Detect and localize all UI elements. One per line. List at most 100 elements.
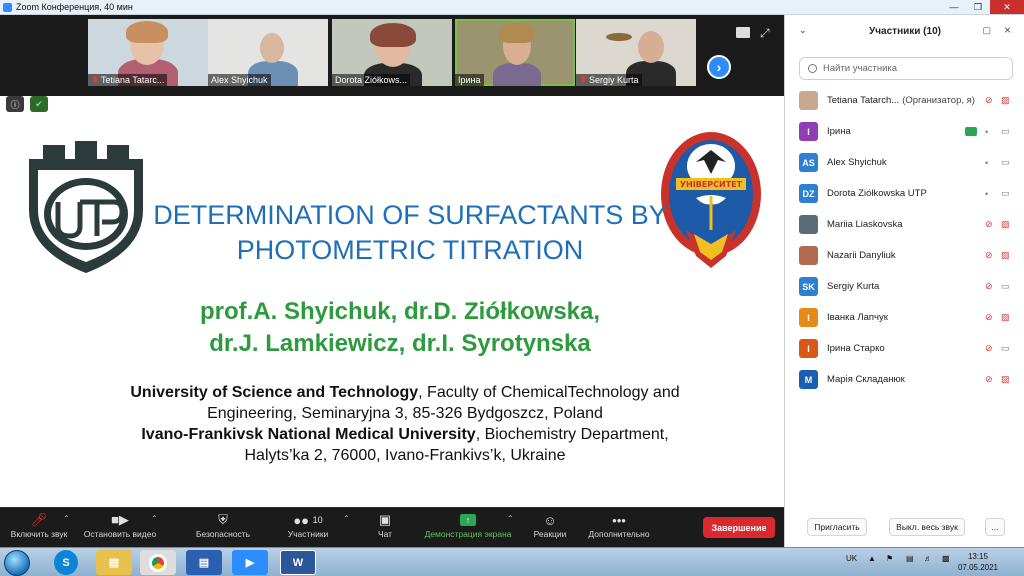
next-page-button[interactable]: ›: [707, 55, 731, 79]
audio-options-caret[interactable]: ⌃: [63, 514, 70, 523]
start-button[interactable]: [4, 550, 30, 576]
word-icon[interactable]: W: [280, 550, 316, 575]
participant-name: Іванка Лапчук: [827, 312, 888, 323]
video-camera-icon: ▭: [1001, 157, 1010, 167]
security-button[interactable]: ⛨ Безопасность: [190, 511, 256, 539]
language-indicator[interactable]: UK: [846, 554, 857, 563]
more-options-button[interactable]: ...: [985, 518, 1005, 536]
mic-muted-icon: ⊘: [985, 374, 993, 384]
popout-icon[interactable]: ▢: [982, 25, 991, 36]
participant-row[interactable]: DZ Dorota Ziółkowska UTP • ▭: [785, 178, 1024, 209]
share-screen-button[interactable]: ↑ Демонстрация экрана: [418, 511, 518, 539]
tray-expand-icon[interactable]: ▲: [868, 554, 876, 563]
view-toggle-icon[interactable]: [736, 27, 750, 38]
zoom-taskbar-icon[interactable]: ▶: [232, 550, 268, 575]
participant-name: Ірина Старко: [827, 343, 885, 354]
video-camera-icon: ■▶: [111, 512, 129, 527]
participant-name: Марія Складанюк: [827, 374, 905, 385]
zoom-app-icon: [3, 2, 12, 12]
participant-name: Dorota Ziółkowska UTP: [827, 188, 927, 199]
avatar: I: [799, 122, 818, 141]
participant-row[interactable]: I Ірина • ▭: [785, 116, 1024, 147]
mute-all-button[interactable]: Выкл. весь звук: [889, 518, 965, 536]
participant-row[interactable]: SK Sergiy Kurta ⊘ ▭: [785, 271, 1024, 302]
flag-icon[interactable]: ⚑: [886, 554, 893, 563]
skype-icon[interactable]: S: [54, 550, 78, 575]
smiley-icon: ☺: [543, 512, 557, 528]
participant-row[interactable]: Tetiana Tatarch... (Организатор, я) ⊘ ▨: [785, 85, 1024, 116]
video-camera-icon: ▭: [1001, 343, 1010, 353]
video-off-icon: ▨: [1001, 95, 1010, 105]
volume-icon[interactable]: ♬: [924, 554, 932, 563]
avatar: SK: [799, 277, 818, 296]
shield-icon[interactable]: ✔: [30, 96, 48, 112]
reactions-button[interactable]: ☺ Реакции: [530, 511, 570, 540]
participant-row[interactable]: AS Alex Shyichuk • ▭: [785, 147, 1024, 178]
windows-taskbar: S ▤ ▤ ▶ W UK ▲ ⚑ ▤ ♬ ▩ 13:15 07.05.2021: [0, 547, 1024, 576]
video-tile-active-speaker[interactable]: Ірина: [455, 19, 575, 86]
affiliation-line: Engineering, Seminaryjna 3, 85-326 Bydgo…: [207, 405, 603, 422]
video-tile[interactable]: Sergiy Kurta: [576, 19, 696, 86]
participant-list: Tetiana Tatarch... (Организатор, я) ⊘ ▨ I Іри…: [785, 85, 1024, 395]
mic-muted-icon: ⊘: [985, 312, 993, 322]
participants-button[interactable]: ●● 10 Участники: [280, 511, 336, 540]
chrome-icon[interactable]: [140, 550, 176, 575]
meeting-info-badges: ⓘ ✔: [6, 96, 48, 112]
mic-muted-icon: [579, 76, 587, 84]
close-button[interactable]: ✕: [990, 0, 1024, 14]
battery-icon[interactable]: ▩: [942, 554, 950, 563]
mic-muted-icon: ⊘: [985, 343, 993, 353]
network-icon[interactable]: ▤: [906, 554, 914, 563]
video-tile[interactable]: Tetiana Tatarc...: [88, 19, 208, 86]
avatar: I: [799, 339, 818, 358]
mic-muted-icon: [91, 76, 99, 84]
participant-row[interactable]: Mariia Liaskovska ⊘ ▨: [785, 209, 1024, 240]
participant-row[interactable]: M Марія Складанюк ⊘ ▨: [785, 364, 1024, 395]
utp-logo: [29, 141, 143, 274]
video-camera-icon: ▭: [1001, 281, 1010, 291]
participants-options-caret[interactable]: ⌃: [343, 514, 350, 523]
avatar: M: [799, 370, 818, 389]
window-controls: — ❐ ✕: [942, 0, 1024, 15]
chat-bubble-icon: ▣: [378, 512, 392, 527]
slide-authors: prof.A. Shyichuk, dr.D. Ziółkowska, dr.J…: [180, 296, 620, 360]
invite-button[interactable]: Пригласить: [807, 518, 867, 536]
avatar: DZ: [799, 184, 818, 203]
share-options-caret[interactable]: ⌃: [507, 514, 514, 523]
end-meeting-button[interactable]: Завершение: [703, 517, 775, 538]
mic-muted-icon: ⊘: [985, 219, 993, 229]
minimize-button[interactable]: —: [942, 0, 966, 14]
fullscreen-icon[interactable]: ⤢: [760, 26, 770, 41]
video-tile[interactable]: Alex Shyichuk: [208, 19, 328, 86]
save-disk-icon[interactable]: ▤: [186, 550, 222, 575]
shield-icon: ⛨: [218, 512, 228, 527]
more-dots-icon: •••: [612, 512, 626, 528]
search-input[interactable]: Найти участника: [799, 57, 1013, 80]
participant-name: Alex Shyichuk: [827, 157, 887, 168]
video-tile[interactable]: Dorota Ziółkows...: [332, 19, 452, 86]
taskbar-clock[interactable]: 13:15 07.05.2021: [958, 551, 998, 573]
window-title: Zoom Конференция, 40 мин: [16, 2, 133, 12]
participant-row[interactable]: I Іванка Лапчук ⊘ ▨: [785, 302, 1024, 333]
participants-icon: ●● 10: [293, 512, 323, 528]
slide-affiliations: University of Science and Technology, Fa…: [95, 382, 715, 466]
emblem-text: УНІВЕРСИТЕТ: [680, 180, 743, 189]
participant-name: Mariia Liaskovska: [827, 219, 903, 230]
mic-icon: •: [985, 126, 989, 137]
maximize-button[interactable]: ❐: [966, 0, 990, 14]
participant-row[interactable]: I Ірина Старко ⊘ ▭: [785, 333, 1024, 364]
more-button[interactable]: ••• Дополнительно: [583, 511, 655, 540]
video-options-caret[interactable]: ⌃: [151, 514, 158, 523]
meeting-toolbar: 🎤︎ Включить звук ⌃ ■▶ Остановить видео ⌃…: [0, 507, 784, 547]
participant-name: Nazarii Danyliuk: [827, 250, 896, 261]
chat-button[interactable]: ▣ Чат: [370, 511, 400, 539]
search-icon: [808, 64, 817, 73]
close-icon[interactable]: ×: [1004, 23, 1011, 37]
mic-muted-icon: ⊘: [985, 281, 993, 291]
info-icon[interactable]: ⓘ: [6, 96, 24, 112]
file-explorer-icon[interactable]: ▤: [96, 550, 132, 575]
stop-video-button[interactable]: ■▶ Остановить видео: [80, 511, 160, 539]
video-off-icon: ▨: [1001, 219, 1010, 229]
participant-row[interactable]: Nazarii Danyliuk ⊘ ▨: [785, 240, 1024, 271]
screen-share-icon: [965, 127, 977, 136]
